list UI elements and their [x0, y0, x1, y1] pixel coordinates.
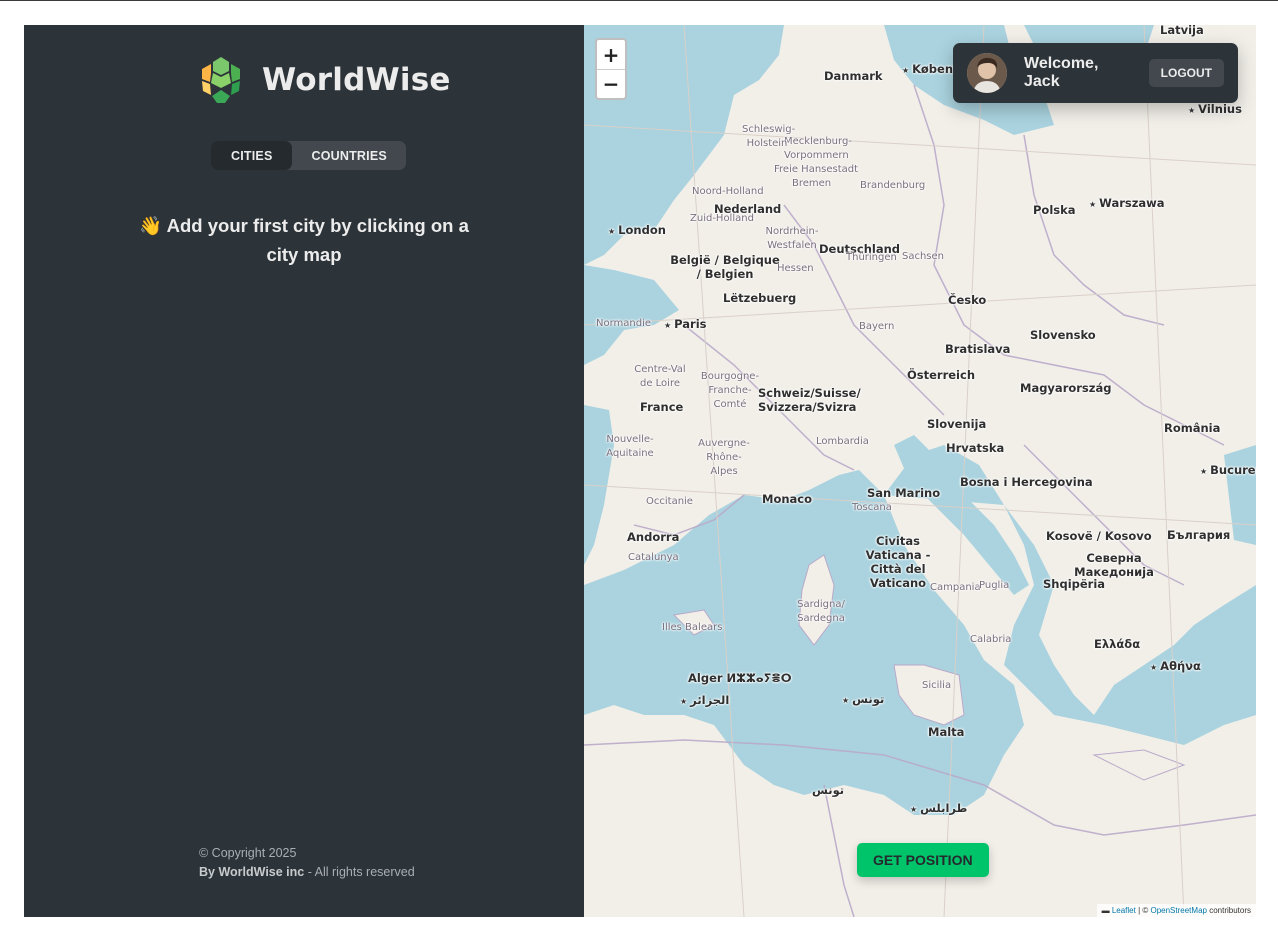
app-name: WorldWise — [262, 62, 451, 98]
map-label: Warszawa — [1089, 196, 1164, 212]
empty-cities-message: 👋 Add your first city by clicking on a c… — [139, 215, 469, 265]
map-label: Nordrhein-Westfalen — [765, 226, 819, 251]
map-label: Vilnius — [1188, 102, 1242, 118]
map[interactable]: Latvija Danmark København Vilnius Noord-… — [584, 25, 1256, 917]
map-label: France — [640, 400, 684, 414]
map-attribution: ▬ Leaflet | © OpenStreetMap contributors — [1096, 904, 1256, 917]
map-label: Malta — [928, 725, 965, 739]
map-label: Bayern — [859, 321, 895, 332]
map-label: Lëtzebuerg — [723, 291, 797, 305]
attribution-tail: contributors — [1206, 906, 1251, 915]
map-label: Occitanie — [646, 496, 693, 507]
map-label: Freie Hansestadt — [774, 164, 859, 175]
map-label: Bremen — [792, 178, 832, 189]
tab-countries[interactable]: COUNTRIES — [292, 141, 405, 170]
map-label: Calabria — [970, 634, 1012, 645]
map-label: Bosna i Hercegovina — [960, 475, 1093, 489]
map-label: Brandenburg — [860, 180, 926, 191]
map-label: Noord-Holland — [692, 186, 764, 197]
map-label: Puglia — [979, 580, 1010, 591]
map-label: Catalunya — [628, 552, 679, 563]
map-label: Slovenija — [927, 417, 987, 431]
map-label: Latvija — [1160, 25, 1204, 37]
map-label: تونس — [812, 783, 845, 797]
map-label: Illes Balears — [662, 622, 723, 633]
map-label: Österreich — [907, 368, 976, 382]
user-avatar — [967, 53, 1007, 93]
map-label: Česko — [948, 293, 987, 307]
map-label: Северна Македонија — [1074, 551, 1154, 579]
map-label: Auvergne-Rhône-Alpes — [698, 438, 750, 477]
map-label: طرابلس — [910, 801, 967, 817]
map-label: Andorra — [627, 530, 680, 544]
leaflet-flag-icon: ▬ — [1101, 906, 1110, 915]
sidebar-footer: © Copyright 2025 By WorldWise inc - All … — [199, 844, 415, 882]
globe-logo-icon — [195, 54, 247, 106]
app-layout: WorldWise CITIES COUNTRIES 👋 Add your fi… — [24, 25, 1256, 917]
map-label: Slovensko — [1030, 328, 1096, 342]
map-label: Schweiz/Suisse/ Svizzera/Svizra — [758, 386, 861, 414]
zoom-out-button[interactable]: − — [597, 69, 625, 98]
map-label: Kosovë / Kosovo — [1046, 529, 1152, 543]
map-label: Toscana — [852, 502, 892, 513]
map-label: London — [608, 223, 666, 239]
map-label: تونس — [842, 692, 884, 708]
map-label: Alger ⵍⵣⵣⴰⵢⴻⵔ — [688, 671, 792, 685]
map-label: Mecklenburg-Vorpommern — [784, 136, 852, 161]
zoom-control: + − — [595, 38, 627, 100]
attribution-separator: | © — [1135, 906, 1151, 915]
map-label: România — [1164, 421, 1221, 435]
map-label: Nouvelle-Aquitaine — [606, 434, 654, 459]
get-position-button[interactable]: GET POSITION — [857, 843, 989, 877]
map-label: Sicilia — [922, 680, 952, 691]
map-label: Normandie — [596, 318, 652, 329]
map-label: Sardigna/ Sardegna — [797, 599, 845, 624]
logo[interactable]: WorldWise — [194, 53, 451, 107]
map-label: Magyarország — [1020, 381, 1112, 395]
map-label: Hrvatska — [946, 441, 1005, 455]
tab-cities[interactable]: CITIES — [211, 141, 293, 170]
avatar-image-icon — [967, 53, 1007, 93]
user-box: Welcome, Jack LOGOUT — [953, 43, 1238, 103]
company-line: By WorldWise inc - All rights reserved — [199, 863, 415, 882]
map-label: Campania — [930, 582, 981, 593]
map-label: Schleswig-Holstein — [742, 124, 796, 149]
map-label: Lombardia — [816, 436, 869, 447]
map-label: Sachsen — [902, 251, 945, 262]
copyright-text: © Copyright 2025 — [199, 846, 297, 860]
map-label: Thüringen — [846, 252, 897, 263]
map-label: Zuid-Holland — [690, 213, 754, 224]
map-label: Paris — [664, 317, 706, 333]
map-label: België / Belgique / Belgien — [670, 253, 780, 281]
map-label: San Marino — [867, 486, 941, 500]
zoom-in-button[interactable]: + — [597, 40, 625, 69]
welcome-text: Welcome, Jack — [1024, 55, 1099, 90]
map-label: Αθήνα — [1150, 659, 1201, 675]
leaflet-link[interactable]: Leaflet — [1112, 906, 1136, 915]
map-label: Danmark — [824, 69, 883, 83]
company-name: By WorldWise inc — [199, 865, 305, 879]
map-tiles[interactable] — [584, 25, 1256, 917]
logout-button[interactable]: LOGOUT — [1148, 59, 1224, 87]
map-label: Ελλάδα — [1094, 637, 1141, 651]
map-label: Hessen — [777, 263, 814, 274]
map-label: Polska — [1033, 203, 1076, 217]
window-top-border — [0, 0, 1278, 1]
map-label: Shqipëria — [1043, 577, 1106, 591]
map-label: Bourgogne-Franche-Comté — [700, 371, 760, 410]
map-label: Centre-Val de Loire — [634, 364, 686, 389]
view-tabs: CITIES COUNTRIES — [211, 141, 406, 170]
map-label: الجزائر — [680, 693, 729, 709]
map-label: Bratislava — [945, 342, 1011, 356]
map-label: Monaco — [762, 492, 813, 506]
map-label: Bucureşti — [1200, 463, 1256, 479]
rights-text: - All rights reserved — [304, 865, 415, 879]
osm-link[interactable]: OpenStreetMap — [1150, 906, 1206, 915]
sidebar: WorldWise CITIES COUNTRIES 👋 Add your fi… — [24, 25, 584, 917]
map-label: България — [1167, 528, 1231, 542]
